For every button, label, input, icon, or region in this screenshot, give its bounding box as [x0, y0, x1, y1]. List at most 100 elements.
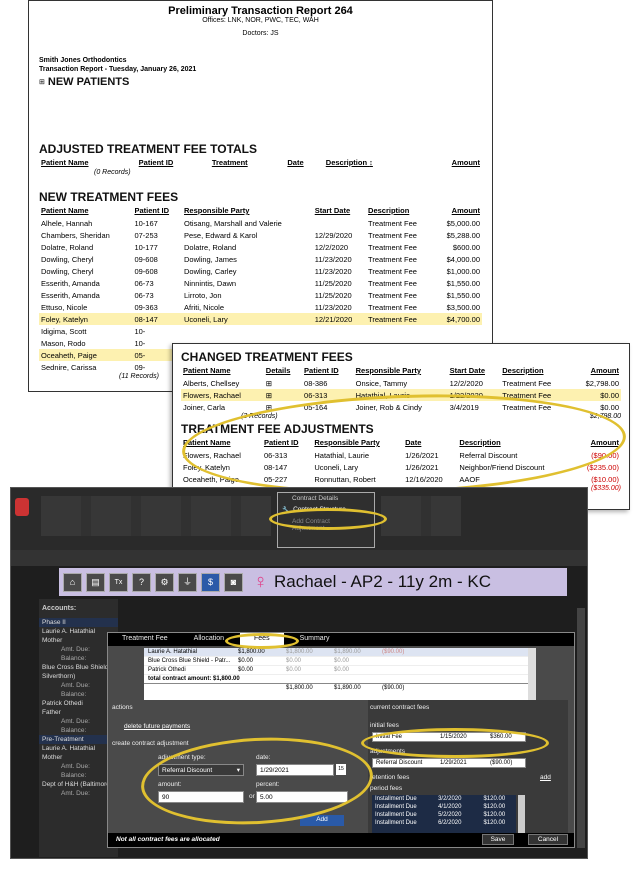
grid-row[interactable]: Patrick Othedi $0.00 $0.00 $0.00 — [144, 666, 528, 675]
app-window: Contract Details 🔧 Contract Structure Add… — [10, 487, 588, 859]
date-input[interactable]: 1/29/2021 — [256, 764, 334, 776]
details-expand-icon[interactable]: ⊞ — [264, 401, 302, 413]
table-cell: $0.00 — [600, 402, 619, 412]
document-icon[interactable]: ▤ — [86, 572, 105, 592]
cancel-button[interactable]: Cancel — [528, 834, 568, 845]
list-item[interactable]: Referral Discount 1/29/2021 ($90.00) — [373, 759, 525, 767]
modal-tabs: Treatment Fee Allocation Fees Summary — [108, 633, 574, 646]
table-cell: Treatment Fee — [500, 389, 571, 401]
new-fees-header: NEW TREATMENT FEES — [39, 190, 179, 204]
save-button[interactable]: Save — [482, 834, 514, 845]
table-cell: 10-177 — [134, 242, 158, 252]
col-header: Patient Name — [41, 158, 89, 167]
col-header: Patient ID — [304, 366, 339, 375]
retention-add-link[interactable]: add — [540, 774, 551, 781]
table-row: Flowers, Rachael 06-313 Hatathial, Laurie 1… — [181, 449, 621, 461]
details-expand-icon[interactable]: ⊞ — [264, 377, 302, 389]
table-cell: Dowling, Cheryl — [41, 254, 94, 264]
table-cell: 06-73 — [134, 278, 154, 288]
amount-input[interactable]: 90 — [158, 791, 244, 803]
menu-item-contract-details[interactable]: Contract Details — [278, 493, 374, 504]
col-header: Amount — [451, 158, 480, 167]
tab-allocation[interactable]: Allocation — [184, 633, 234, 646]
network-icon[interactable]: ⏚ — [178, 572, 197, 592]
table-row: Flowers, Rachael ⊞ 06-313 Hatathial, Laurie… — [181, 389, 621, 401]
add-button[interactable]: Add — [300, 815, 344, 826]
col-header-sortable[interactable]: Description ↕ — [324, 156, 421, 169]
percent-input[interactable]: 5.00 — [256, 791, 348, 803]
grid-row[interactable]: Blue Cross Blue Shield - Patr... $0.00 $0.… — [144, 657, 528, 666]
grid-row[interactable]: Laurie A. Hatathial $1,800.00 $1,800.00 $1,… — [144, 648, 528, 657]
menu-item-contract-structure[interactable]: 🔧 Contract Structure — [278, 504, 374, 516]
patient-banner: Rachael - AP2 - 11y 2m - KC — [274, 572, 491, 591]
table-cell: $2,798.00 — [585, 378, 619, 388]
sort-icon[interactable]: ↕ — [369, 158, 373, 167]
table-cell: $1,550.00 — [446, 278, 480, 288]
table-cell: 08-386 — [304, 378, 328, 388]
app-logo[interactable] — [15, 498, 29, 516]
modal-footer: Not all contract fees are allocated Save… — [108, 833, 574, 847]
list-item[interactable]: Initial Fee 1/15/2020 $360.00 — [373, 733, 525, 741]
delete-future-payments-link[interactable]: delete future payments — [124, 723, 190, 730]
list-item[interactable]: Installment Due 6/2/2020 $120.00 — [372, 819, 516, 827]
table-cell: Hatathial, Laurie — [314, 450, 369, 460]
table-cell: 08-147 — [132, 313, 182, 325]
tab-treatment-fee[interactable]: Treatment Fee — [112, 633, 178, 646]
camera-icon[interactable]: ◙ — [224, 572, 243, 592]
sidebar-item[interactable]: Phase II — [39, 618, 118, 627]
table-row: Esserith, Amanda 06-73 Ninnintis, Dawn 11/2… — [39, 277, 482, 289]
patient-bar: ⌂ ▤ Tx ? ⚙ ⏚ $ ◙ ♀ Rachael - AP2 - 11y 2… — [59, 568, 567, 596]
right-scrollbar[interactable] — [577, 608, 585, 848]
calendar-icon[interactable]: 15 — [336, 764, 346, 775]
table-row: Ettuso, Nicole 09-363 Afriti, Nicole 11/23/… — [39, 301, 482, 313]
fee-amount: $120.00 — [483, 796, 506, 802]
table-cell: Treatment Fee — [368, 290, 417, 300]
grid-cell: Blue Cross Blue Shield - Patr... — [148, 658, 231, 664]
table-cell: Treatment Fee — [502, 402, 552, 412]
list-item[interactable]: Installment Due 5/2/2020 $120.00 — [372, 811, 516, 819]
ribbon-blur — [41, 496, 271, 536]
table-cell: ($90.00) — [591, 450, 619, 460]
tx-icon[interactable]: Tx — [109, 572, 128, 592]
table-cell: Sednire, Carissa — [41, 362, 97, 372]
grid-scrollbar[interactable] — [528, 648, 536, 700]
fee-amount: $360.00 — [490, 734, 512, 740]
table-row: Dowling, Cheryl 09-608 Dowling, Carley 11/2… — [39, 265, 482, 277]
gear-icon[interactable]: ⚙ — [155, 572, 174, 592]
initial-fees-title: initial fees — [370, 722, 399, 729]
modal-body: Laurie A. Hatathial $1,800.00 $1,800.00 $1,… — [108, 646, 574, 836]
table-row: Oceaheth, Paige 05-227 Ronnuttan, Robert 12… — [181, 473, 621, 485]
table-cell: $3,500.00 — [446, 302, 480, 312]
wrench-icon: 🔧 — [282, 507, 291, 514]
tab-summary[interactable]: Summary — [290, 633, 340, 646]
home-icon[interactable]: ⌂ — [63, 572, 82, 592]
tab-fees[interactable]: Fees — [240, 633, 284, 646]
table-cell: Chambers, Sheridan — [41, 230, 110, 240]
expand-icon[interactable]: ⊞ — [39, 78, 45, 86]
footer-message: Not all contract fees are allocated — [116, 836, 220, 843]
details-expand-icon[interactable]: ⊞ — [263, 389, 303, 401]
dollar-icon[interactable]: $ — [201, 572, 220, 592]
grid-cell: $1,800.00 — [238, 649, 265, 655]
period-scrollbar[interactable] — [518, 795, 525, 835]
table-cell: 07-253 — [134, 230, 158, 240]
list-item[interactable]: Installment Due 4/1/2020 $120.00 — [372, 803, 516, 811]
adjustment-type-select[interactable]: Referral Discount ▾ — [158, 764, 244, 776]
table-row: Dowling, Cheryl 09-608 Dowling, James 11/23… — [39, 253, 482, 265]
list-item[interactable]: Installment Due 3/2/2020 $120.00 — [372, 795, 516, 803]
percent-label: percent: — [256, 781, 280, 788]
menu-item-label: Contract Structure — [293, 506, 346, 513]
id-card-icon[interactable]: ? — [132, 572, 151, 592]
table-row: Alberts, Chellsey ⊞ 08-386 Onsice, Tammy 12/… — [181, 377, 621, 389]
contract-modal: Treatment Fee Allocation Fees Summary La… — [107, 632, 575, 848]
report-panel: Preliminary Transaction Report 264 Offic… — [28, 0, 493, 392]
table-cell: Mason, Rodo — [41, 338, 86, 348]
create-adjustment-title: create contract adjustment — [112, 740, 189, 747]
col-header: Description — [459, 438, 501, 447]
grid-cell: Laurie A. Hatathial — [148, 649, 198, 655]
menu-item-add-adjustment[interactable]: Add Contract Adjustment — [278, 516, 374, 534]
table-cell: $4,000.00 — [446, 254, 480, 264]
table-cell — [182, 325, 313, 337]
table-cell: Esserith, Amanda — [41, 278, 100, 288]
fee-name: Installment Due — [375, 804, 417, 810]
